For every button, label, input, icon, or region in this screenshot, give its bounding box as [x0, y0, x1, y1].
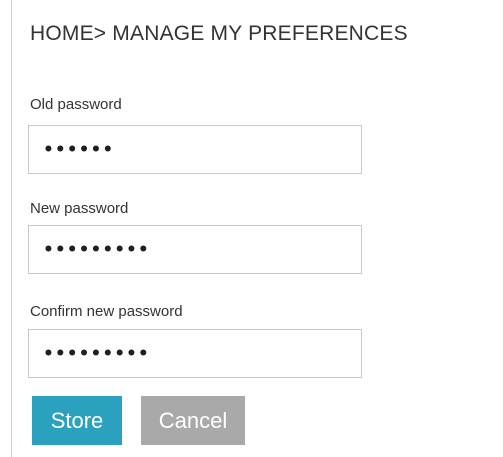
new-password-label: New password: [30, 200, 129, 217]
old-password-label: Old password: [30, 96, 122, 113]
cancel-button[interactable]: Cancel: [141, 396, 245, 445]
breadcrumb: HOME> MANAGE MY PREFERENCES: [30, 22, 408, 45]
old-password-value: ••••••: [43, 139, 115, 160]
old-password-field[interactable]: ••••••: [28, 125, 362, 174]
new-password-value: •••••••••: [43, 239, 150, 260]
store-button[interactable]: Store: [32, 396, 122, 445]
new-password-field[interactable]: •••••••••: [28, 225, 362, 274]
confirm-password-label: Confirm new password: [30, 303, 183, 320]
page-left-border: [11, 0, 12, 457]
confirm-password-value: •••••••••: [43, 343, 150, 364]
confirm-password-field[interactable]: •••••••••: [28, 329, 362, 378]
